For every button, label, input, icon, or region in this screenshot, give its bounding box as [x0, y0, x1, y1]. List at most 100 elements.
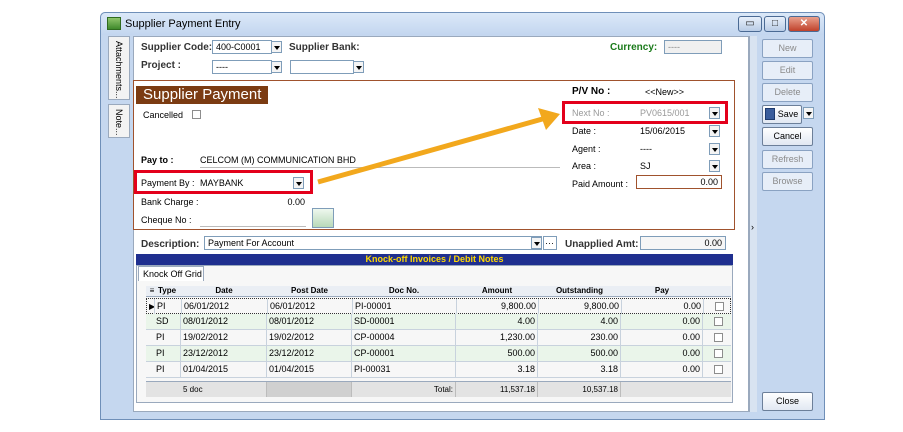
app-icon [107, 17, 121, 30]
date-label: Date : [572, 126, 597, 136]
row-select-checkbox[interactable] [714, 317, 723, 326]
tab-knock-off-grid[interactable]: Knock Off Grid [138, 266, 204, 281]
cell-outstanding: 9,800.00 [539, 299, 622, 314]
cell-doc-no: PI-00001 [353, 299, 457, 314]
agent-dropdown[interactable] [709, 143, 720, 155]
description-more-button[interactable]: ··· [543, 236, 557, 250]
maximize-button[interactable]: □ [764, 16, 786, 32]
cell-date: 06/01/2012 [182, 299, 268, 314]
table-row[interactable]: PI 19/02/2012 19/02/2012 CP-00004 1,230.00 23… [146, 330, 731, 346]
cell-post-date: 01/04/2015 [267, 362, 352, 377]
supplier-code-label: Supplier Code: [141, 42, 213, 53]
row-select-checkbox[interactable] [714, 333, 723, 342]
bank-charge-value[interactable]: 0.00 [200, 197, 305, 207]
col-doc-no[interactable]: Doc No. [352, 286, 456, 295]
row-select-checkbox[interactable] [714, 349, 723, 358]
currency-label: Currency: [610, 42, 658, 53]
area-value[interactable]: SJ [640, 161, 651, 171]
col-post-date[interactable]: Post Date [267, 286, 352, 295]
description-field[interactable]: Payment For Account [204, 236, 542, 250]
cell-amount: 9,800.00 [457, 299, 539, 314]
footer-total-label: Total: [352, 382, 456, 397]
paid-amount-label: Paid Amount : [572, 179, 629, 189]
delete-button[interactable]: Delete [762, 83, 813, 102]
col-date[interactable]: Date [181, 286, 267, 295]
save-icon [765, 108, 775, 120]
refresh-button[interactable]: Refresh [762, 150, 813, 169]
attachments-tab-label: Attachments... [114, 41, 124, 99]
table-row[interactable]: SD 08/01/2012 08/01/2012 SD-00001 4.00 4.00 0.… [146, 314, 731, 330]
table-row[interactable]: PI 01/04/2015 01/04/2015 PI-00031 3.18 3.18 0.… [146, 362, 731, 378]
payment-by-label: Payment By : [141, 178, 195, 188]
date-dropdown[interactable] [709, 125, 720, 137]
area-label: Area : [572, 161, 597, 171]
supplier-bank-dropdown[interactable] [353, 61, 364, 73]
cheque-no-field[interactable] [200, 226, 306, 227]
close-button[interactable]: Close [762, 392, 813, 411]
row-select-checkbox[interactable] [715, 302, 724, 311]
browse-button[interactable]: Browse [762, 172, 813, 191]
cell-pay[interactable]: 0.00 [621, 314, 703, 329]
cell-pay[interactable]: 0.00 [621, 362, 703, 377]
col-outstanding[interactable]: Outstanding [538, 286, 621, 295]
note-tab[interactable]: Note... [108, 104, 130, 138]
pv-no-value: <<New>> [645, 87, 685, 97]
date-value[interactable]: 15/06/2015 [640, 126, 685, 136]
project-field[interactable]: ---- [212, 60, 272, 74]
col-amount[interactable]: Amount [456, 286, 538, 295]
bank-charge-label: Bank Charge : [141, 197, 199, 207]
cheque-calendar-icon[interactable] [312, 208, 334, 228]
attachments-tab[interactable]: Attachments... [108, 36, 130, 100]
supplier-code-dropdown[interactable] [271, 41, 282, 53]
close-window-button[interactable]: ✕ [788, 16, 820, 32]
cell-post-date: 19/02/2012 [267, 330, 352, 345]
payment-by-value[interactable]: MAYBANK [200, 178, 243, 188]
footer-doc-count: 5 doc [181, 382, 267, 397]
supplier-bank-field[interactable] [290, 60, 354, 74]
agent-value[interactable]: ---- [640, 144, 652, 154]
cell-outstanding: 3.18 [538, 362, 621, 377]
cell-post-date: 06/01/2012 [268, 299, 353, 314]
cell-type: PI [154, 330, 181, 345]
new-button[interactable]: New [762, 39, 813, 58]
footer-total-amount: 11,537.18 [456, 382, 538, 397]
cell-pay[interactable]: 0.00 [622, 299, 704, 314]
row-indicator-icon: ▶ [147, 299, 155, 314]
splitter-arrow-icon[interactable]: › [751, 222, 754, 232]
project-label: Project : [141, 60, 182, 71]
minimize-button[interactable]: ▭ [738, 16, 762, 32]
col-type[interactable]: Type [154, 286, 180, 295]
description-dropdown[interactable] [531, 237, 542, 249]
form-title: Supplier Payment [136, 86, 268, 104]
cell-amount: 3.18 [456, 362, 538, 377]
paid-amount-field[interactable]: 0.00 [636, 175, 722, 189]
arrow-annotation [317, 108, 560, 185]
col-pay[interactable]: Pay [621, 286, 703, 295]
supplier-code-field[interactable]: 400-C0001 [212, 40, 272, 54]
footer-blank [267, 382, 352, 397]
grid-header: ≡ Type Date Post Date Doc No. Amount Out… [146, 286, 731, 297]
payment-by-dropdown[interactable] [293, 177, 304, 189]
knockoff-banner: Knock-off Invoices / Debit Notes [136, 254, 733, 265]
cell-date: 01/04/2015 [181, 362, 267, 377]
cell-date: 08/01/2012 [181, 314, 267, 329]
table-row[interactable]: ▶ PI 06/01/2012 06/01/2012 PI-00001 9,800.00 9… [146, 298, 731, 314]
save-dropdown[interactable] [803, 107, 814, 119]
footer-total-outstanding: 10,537.18 [538, 382, 621, 397]
area-dropdown[interactable] [709, 160, 720, 172]
agent-label: Agent : [572, 144, 601, 154]
cell-amount: 1,230.00 [456, 330, 538, 345]
row-select-checkbox[interactable] [714, 365, 723, 374]
cell-pay[interactable]: 0.00 [621, 346, 703, 361]
table-row[interactable]: PI 23/12/2012 23/12/2012 CP-00001 500.00 500.… [146, 346, 731, 362]
cell-pay[interactable]: 0.00 [621, 330, 703, 345]
next-no-dropdown[interactable] [709, 107, 720, 119]
cheque-no-label: Cheque No : [141, 215, 192, 225]
cancel-button[interactable]: Cancel [762, 127, 813, 146]
cancelled-checkbox[interactable] [192, 110, 201, 119]
project-dropdown[interactable] [271, 61, 282, 73]
cell-post-date: 08/01/2012 [267, 314, 352, 329]
cell-date: 19/02/2012 [181, 330, 267, 345]
cell-outstanding: 500.00 [538, 346, 621, 361]
edit-button[interactable]: Edit [762, 61, 813, 80]
